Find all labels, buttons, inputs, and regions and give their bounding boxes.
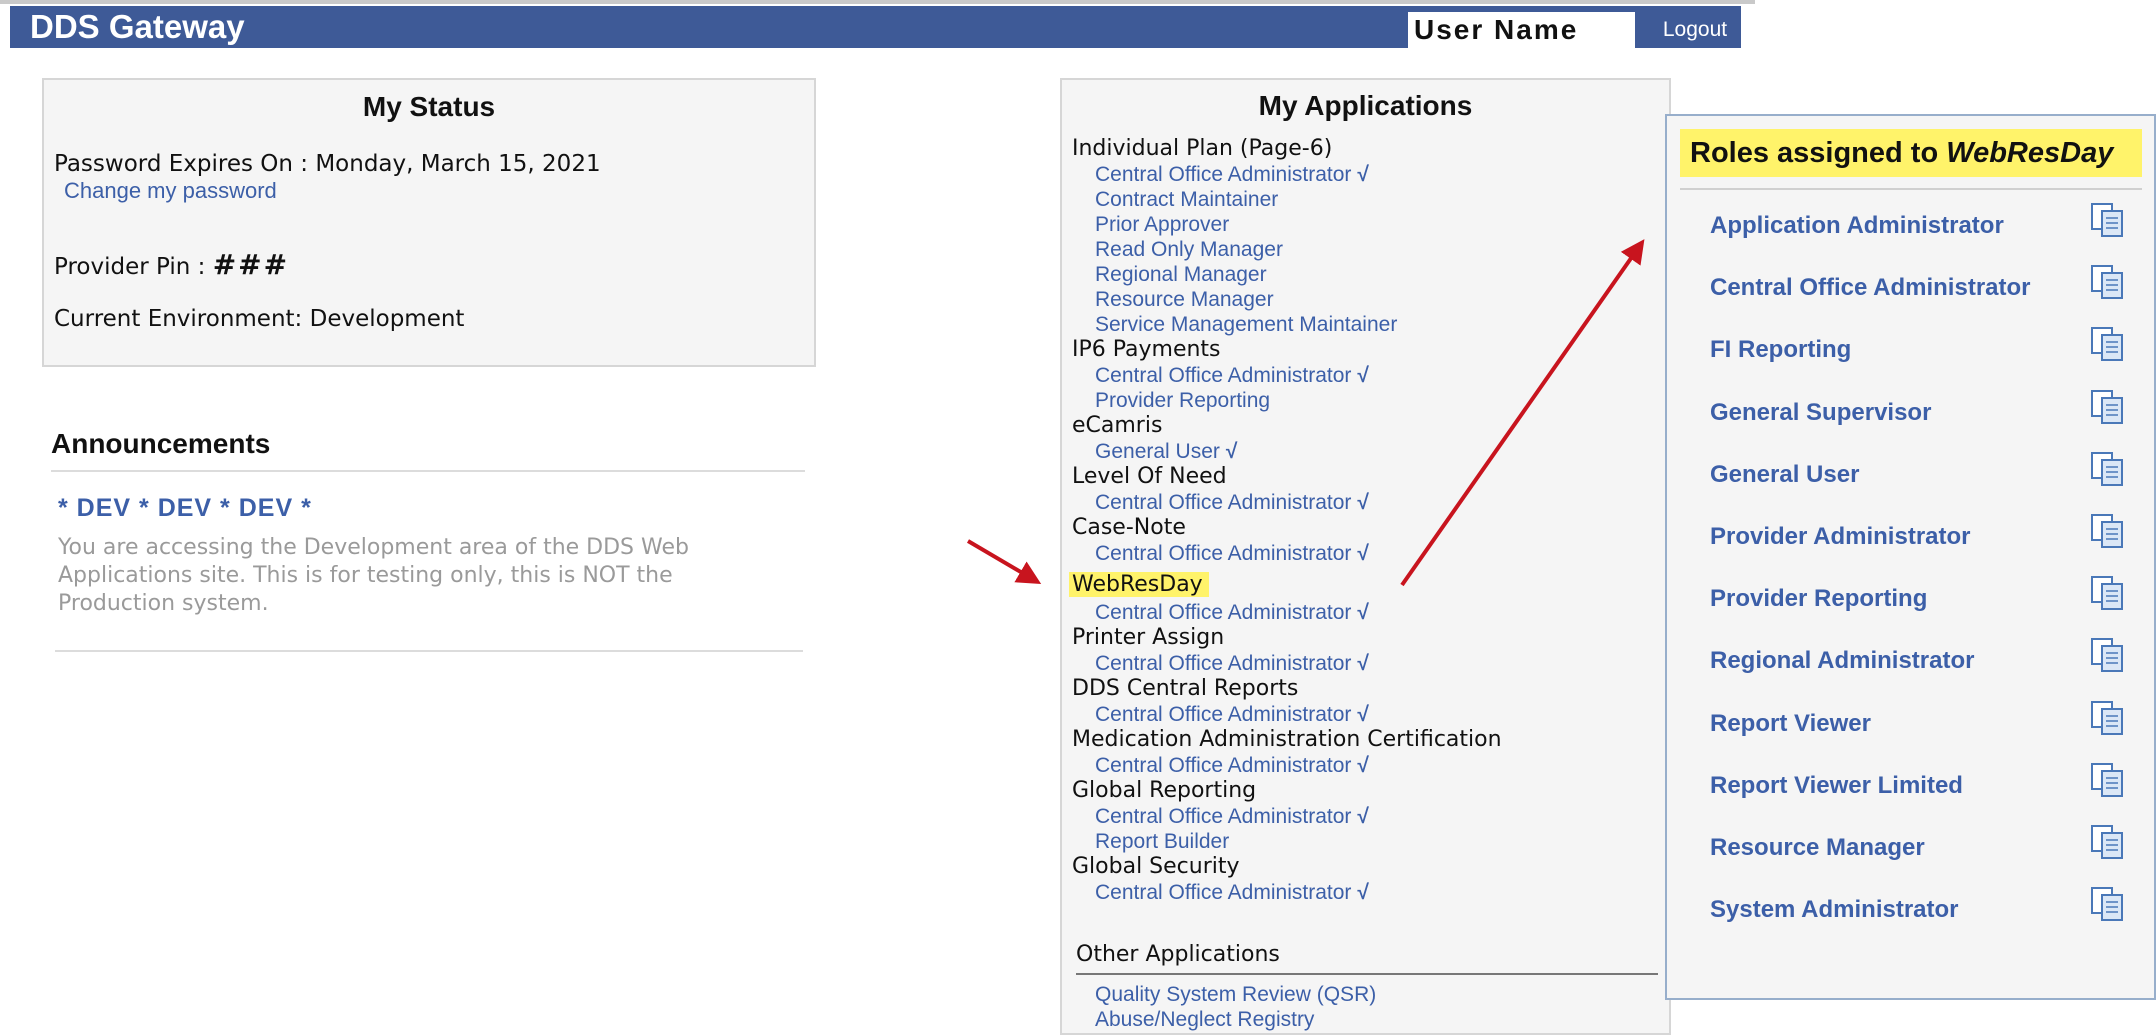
pointer-arrow-to-webresday (966, 539, 1042, 585)
pointer-arrow-to-roles (1400, 239, 1645, 587)
annotation-arrows (966, 239, 1645, 587)
